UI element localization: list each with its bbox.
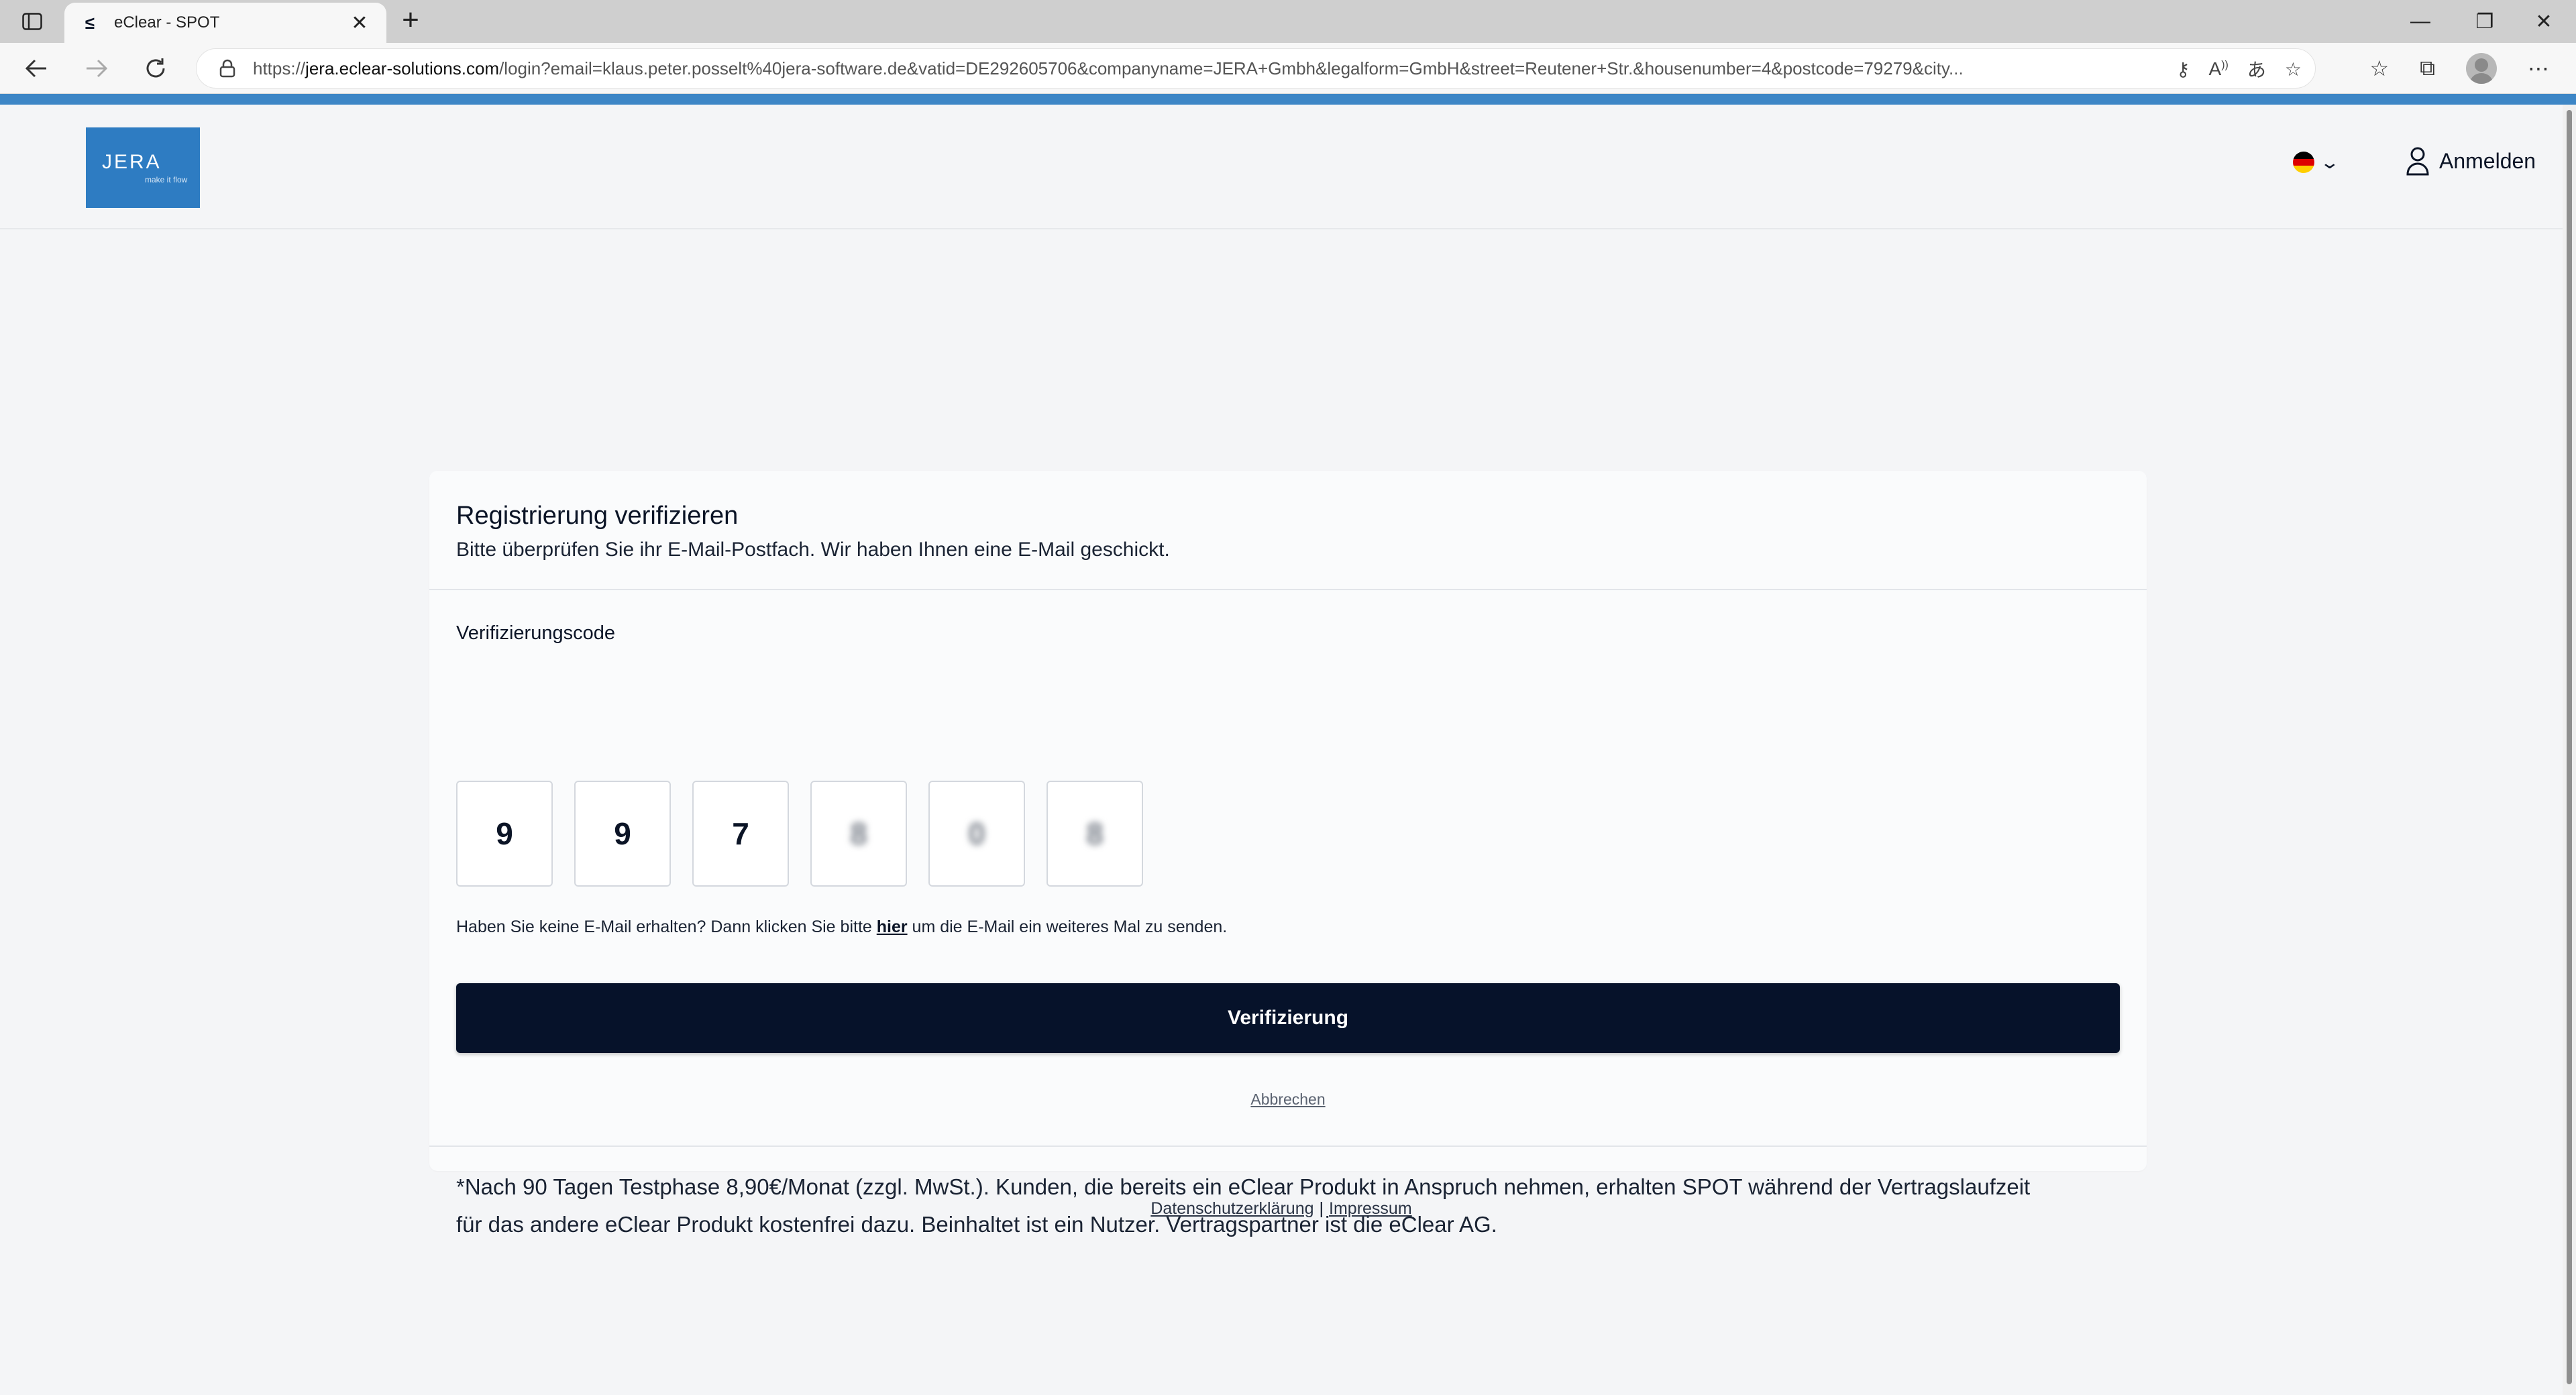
back-button[interactable]: [17, 50, 55, 87]
window-minimize-button[interactable]: —: [2388, 0, 2453, 43]
tab-title: eClear - SPOT: [114, 13, 220, 32]
more-menu-icon[interactable]: ⋯: [2528, 56, 2549, 81]
code-digit-input[interactable]: 8: [810, 781, 907, 887]
code-digit-blurred: 8: [850, 816, 867, 851]
imprint-link[interactable]: Impressum: [1329, 1199, 1412, 1218]
code-input-group: 9 9 7 8 0 8: [456, 781, 1143, 887]
code-digit-input[interactable]: 7: [692, 781, 789, 887]
german-flag-icon: [2293, 152, 2314, 173]
logo-tagline: make it flow: [145, 175, 188, 184]
code-digit-blurred: 8: [1086, 816, 1104, 851]
new-tab-button[interactable]: +: [394, 5, 427, 38]
url-host: jera.eclear-solutions.com: [305, 58, 500, 78]
logo-text: JERA: [102, 151, 162, 173]
site-header: JERA make it flow ⌄ Anmelden: [0, 105, 2563, 229]
footer-links: Datenschutzerklärung | Impressum: [0, 1199, 2563, 1219]
translate-icon[interactable]: あ: [2247, 56, 2266, 82]
browser-tab-active[interactable]: ≤ eClear - SPOT ✕: [64, 3, 386, 43]
privacy-link[interactable]: Datenschutzerklärung: [1150, 1199, 1313, 1218]
reload-button[interactable]: [137, 50, 174, 87]
arrow-right-icon: [87, 59, 108, 78]
forward-button[interactable]: [78, 50, 115, 87]
page-scrollbar[interactable]: [2563, 105, 2576, 1395]
verification-card: Registrierung verifizieren Bitte überprü…: [429, 471, 2147, 1237]
code-digit: 7: [732, 816, 749, 851]
sidebar-panel-icon: [22, 13, 42, 30]
url-path: /login?email=klaus.peter.posselt%40jera-…: [499, 58, 1964, 78]
language-selector[interactable]: ⌄: [2293, 152, 2340, 173]
favorites-icon[interactable]: ☆: [2369, 56, 2389, 81]
url-text[interactable]: https://jera.eclear-solutions.com/login?…: [253, 58, 2131, 79]
resend-text: Haben Sie keine E-Mail erhalten? Dann kl…: [456, 917, 1227, 937]
url-prefix: https://: [253, 58, 306, 78]
address-bar[interactable]: https://jera.eclear-solutions.com/login?…: [196, 48, 2316, 89]
chevron-down-icon: ⌄: [2319, 152, 2341, 172]
card-title: Registrierung verifizieren: [456, 502, 739, 530]
verify-button[interactable]: Verifizierung: [456, 983, 2120, 1053]
collections-icon[interactable]: ⧉: [2420, 56, 2435, 81]
reload-icon: [146, 58, 165, 78]
lock-icon[interactable]: [217, 58, 238, 79]
page-viewport: JERA make it flow ⌄ Anmelden Registrieru…: [0, 105, 2563, 1395]
resend-text-before: Haben Sie keine E-Mail erhalten? Dann kl…: [456, 917, 877, 936]
code-label: Verifizierungscode: [456, 622, 615, 644]
flag-stripe-black: [2293, 152, 2314, 159]
card-header: Registrierung verifizieren Bitte überprü…: [429, 471, 2147, 590]
read-aloud-icon[interactable]: A)): [2209, 58, 2229, 80]
browser-tab-bar: ≤ eClear - SPOT ✕ + — ❐ ✕: [0, 0, 2576, 43]
code-digit-input[interactable]: 0: [928, 781, 1025, 887]
code-digit: 9: [496, 816, 513, 851]
login-label: Anmelden: [2439, 148, 2536, 173]
tab-actions-icon[interactable]: [12, 8, 52, 35]
key-icon[interactable]: ⚷: [2176, 58, 2190, 80]
flag-stripe-red: [2293, 158, 2314, 166]
card-subtitle: Bitte überprüfen Sie ihr E-Mail-Postfach…: [456, 539, 1170, 561]
profile-avatar[interactable]: [2466, 53, 2497, 84]
browser-tools: ☆ ⧉ ⋯: [2369, 50, 2549, 87]
code-digit-input[interactable]: 8: [1046, 781, 1143, 887]
cancel-link-text[interactable]: Abbrechen: [1250, 1091, 1325, 1108]
browser-toolbar: https://jera.eclear-solutions.com/login?…: [0, 43, 2576, 94]
code-digit: 9: [614, 816, 631, 851]
arrow-left-icon: [25, 59, 46, 78]
window-close-button[interactable]: ✕: [2512, 0, 2576, 43]
user-icon: [2406, 147, 2429, 176]
code-digit-input[interactable]: 9: [574, 781, 671, 887]
code-digit-input[interactable]: 9: [456, 781, 553, 887]
resend-link[interactable]: hier: [877, 917, 908, 936]
cancel-link: Abbrechen: [429, 1091, 2147, 1109]
tab-close-icon[interactable]: ✕: [347, 11, 372, 35]
favorite-star-icon[interactable]: ☆: [2285, 58, 2302, 80]
scrollbar-thumb[interactable]: [2567, 110, 2572, 1384]
card-divider: [429, 1146, 2147, 1147]
address-bar-actions: ⚷ A)) あ ☆: [2176, 49, 2302, 89]
footer-separator: |: [1319, 1199, 1324, 1218]
window-restore-button[interactable]: ❐: [2453, 0, 2517, 43]
resend-text-after: um die E-Mail ein weiteres Mal zu senden…: [907, 917, 1228, 936]
accent-strip: [0, 94, 2576, 105]
code-digit-blurred: 0: [968, 816, 985, 851]
login-button[interactable]: Anmelden: [2406, 146, 2536, 176]
eclear-favicon-icon: ≤: [85, 12, 95, 33]
jera-logo[interactable]: JERA make it flow: [86, 127, 200, 208]
flag-stripe-gold: [2293, 166, 2314, 173]
